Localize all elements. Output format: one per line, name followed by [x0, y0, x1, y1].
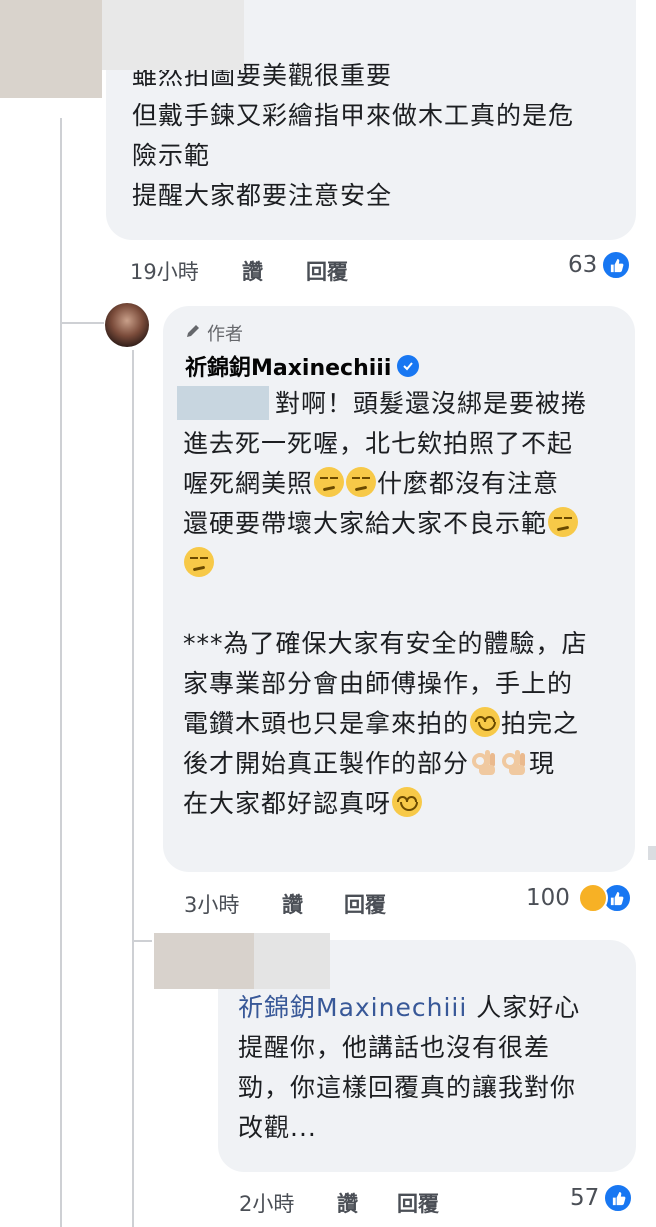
smirk-emoji — [548, 507, 579, 537]
comment-text: 對啊！頭髮還沒綁是要被捲 進去死一死喔，北七欸拍照了不起 喔死網美照 什麼都沒有注… — [183, 389, 588, 818]
thread-line-sub — [132, 350, 134, 1227]
reaction-summary[interactable]: 63 — [568, 250, 632, 280]
verified-badge-icon — [397, 355, 420, 377]
redacted-name — [102, 0, 244, 70]
comment-meta: 19小時 讚 回覆 — [130, 256, 630, 284]
author-avatar[interactable] — [105, 303, 149, 347]
reaction-count: 57 — [570, 1185, 600, 1211]
like-reaction-icon — [603, 1183, 634, 1213]
author-badge: 作者 — [185, 320, 243, 346]
like-button[interactable]: 讚 — [337, 1188, 358, 1218]
timestamp[interactable]: 2小時 — [239, 1188, 294, 1218]
thread-line-main — [60, 118, 62, 1227]
pencil-icon — [185, 323, 201, 344]
comment-bubble-author: 作者 祈錦鈅Maxinechiii 對啊！頭髮還沒綁是要被捲 進去死一死喔，北七… — [163, 306, 635, 872]
reaction-count: 100 — [526, 885, 570, 911]
author-name-row: 祈錦鈅Maxinechiii — [185, 350, 420, 382]
ok-hand-emoji — [471, 747, 497, 777]
thread-line-branch-2 — [132, 940, 152, 942]
reply-button[interactable]: 回覆 — [344, 889, 386, 919]
author-name[interactable]: 祈錦鈅Maxinechiii — [185, 350, 391, 382]
like-button[interactable]: 讚 — [242, 256, 263, 286]
redacted-avatar — [0, 0, 102, 98]
reaction-count: 63 — [568, 252, 598, 278]
reaction-summary[interactable]: 57 — [570, 1183, 634, 1213]
scrollbar-marker[interactable] — [648, 846, 656, 860]
smirk-emoji — [314, 467, 345, 497]
like-button[interactable]: 讚 — [282, 889, 303, 919]
smirk-emoji — [346, 467, 377, 497]
smile-emoji — [392, 787, 423, 817]
ok-hand-emoji — [501, 747, 527, 777]
thread-line-branch-1 — [60, 322, 104, 324]
timestamp[interactable]: 19小時 — [130, 256, 199, 286]
comment-meta: 2小時 讚 回覆 — [239, 1188, 619, 1216]
comment-text: 祈錦鈅Maxinechiii 人家好心 提醒你，他講話也沒有很差 勁，你這樣回覆… — [238, 993, 581, 1142]
mention-link[interactable]: 祈錦鈅Maxinechiii — [238, 993, 467, 1022]
reply-button[interactable]: 回覆 — [397, 1188, 439, 1218]
like-reaction-icon — [601, 250, 632, 280]
comment-text: 雖然拍圖要美觀很重要 但戴手鍊又彩繪指甲來做木工真的是危 險示範 提醒大家都要注… — [132, 61, 575, 210]
reaction-summary[interactable]: 100 — [526, 883, 632, 913]
relieved-emoji — [470, 707, 501, 737]
redacted-avatar — [154, 933, 254, 989]
smirk-emoji — [184, 547, 214, 577]
reply-button[interactable]: 回覆 — [306, 256, 348, 286]
haha-reaction-icon — [577, 883, 608, 913]
redacted-name — [254, 933, 330, 989]
timestamp[interactable]: 3小時 — [184, 889, 239, 919]
